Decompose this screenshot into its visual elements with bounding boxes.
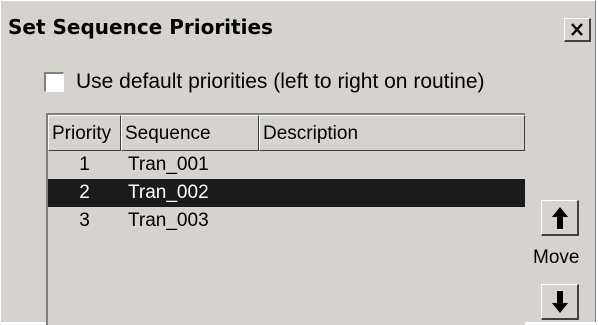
close-button[interactable] bbox=[564, 18, 591, 42]
row-priority: 1 bbox=[79, 154, 90, 175]
list-row[interactable]: 3 Tran_003 bbox=[48, 207, 525, 235]
use-default-priorities-label: Use default priorities (left to right on… bbox=[76, 70, 485, 93]
list-header: Priority Sequence Description bbox=[48, 115, 525, 151]
close-icon bbox=[571, 23, 583, 36]
row-sequence: Tran_003 bbox=[128, 210, 209, 231]
list-row[interactable]: 1 Tran_001 bbox=[48, 151, 525, 179]
arrow-down-icon bbox=[551, 290, 568, 313]
move-up-button[interactable] bbox=[541, 200, 579, 236]
list-rows: 1 Tran_001 2 Tran_002 3 Tran_003 bbox=[48, 151, 525, 235]
row-priority: 2 bbox=[79, 182, 90, 203]
column-header-description[interactable]: Description bbox=[259, 115, 525, 151]
list-row-selected[interactable]: 2 Tran_002 bbox=[48, 179, 525, 207]
column-header-sequence[interactable]: Sequence bbox=[121, 115, 259, 151]
row-sequence: Tran_001 bbox=[128, 154, 209, 175]
arrow-up-icon bbox=[551, 206, 568, 229]
use-default-priorities-option[interactable]: Use default priorities (left to right on… bbox=[44, 69, 485, 95]
title-bar: Set Sequence Priorities bbox=[1, 1, 595, 49]
use-default-priorities-checkbox[interactable] bbox=[44, 72, 64, 92]
move-down-button[interactable] bbox=[541, 284, 579, 320]
dialog-title: Set Sequence Priorities bbox=[8, 15, 273, 39]
row-priority: 3 bbox=[79, 210, 90, 231]
set-sequence-priorities-dialog: Set Sequence Priorities Use default prio… bbox=[0, 0, 596, 325]
column-header-priority[interactable]: Priority bbox=[48, 115, 121, 151]
move-label: Move bbox=[533, 247, 580, 268]
sequence-list[interactable]: Priority Sequence Description 1 Tran_001… bbox=[46, 113, 525, 325]
row-sequence: Tran_002 bbox=[128, 182, 209, 203]
